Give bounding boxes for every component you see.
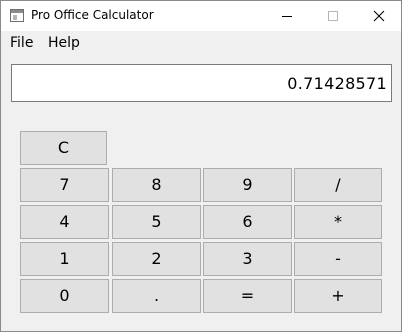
close-button[interactable] bbox=[356, 1, 402, 31]
app-window-icon bbox=[10, 9, 24, 22]
clear-button[interactable]: C bbox=[20, 131, 107, 165]
minimize-button[interactable] bbox=[264, 1, 310, 31]
digit-0-button[interactable]: 0 bbox=[20, 279, 109, 313]
minimize-icon bbox=[282, 16, 292, 17]
digit-6-button[interactable]: 6 bbox=[203, 205, 292, 239]
digit-4-button[interactable]: 4 bbox=[20, 205, 109, 239]
calculator-window: Pro Office Calculator File Help 0.714285… bbox=[0, 0, 402, 332]
digit-2-button[interactable]: 2 bbox=[112, 242, 201, 276]
decimal-point-button[interactable]: . bbox=[112, 279, 201, 313]
maximize-icon bbox=[328, 11, 338, 21]
digit-3-button[interactable]: 3 bbox=[203, 242, 292, 276]
close-icon bbox=[373, 10, 385, 22]
menu-help[interactable]: Help bbox=[48, 35, 80, 51]
window-title: Pro Office Calculator bbox=[31, 8, 154, 22]
subtract-button[interactable]: - bbox=[294, 242, 382, 276]
menu-bar: File Help bbox=[1, 32, 401, 54]
add-button[interactable]: + bbox=[294, 279, 382, 313]
multiply-button[interactable]: * bbox=[294, 205, 382, 239]
digit-8-button[interactable]: 8 bbox=[112, 168, 201, 202]
equals-button[interactable]: = bbox=[203, 279, 292, 313]
maximize-button[interactable] bbox=[310, 1, 356, 31]
title-bar: Pro Office Calculator bbox=[1, 1, 401, 31]
digit-1-button[interactable]: 1 bbox=[20, 242, 109, 276]
app-icon-pane bbox=[13, 15, 17, 20]
app-icon-titlebar-stripe bbox=[11, 10, 23, 13]
digit-9-button[interactable]: 9 bbox=[203, 168, 292, 202]
display-value: 0.71428571 bbox=[287, 74, 387, 93]
digit-7-button[interactable]: 7 bbox=[20, 168, 109, 202]
digit-5-button[interactable]: 5 bbox=[112, 205, 201, 239]
result-display: 0.71428571 bbox=[11, 64, 392, 102]
menu-file[interactable]: File bbox=[10, 35, 33, 51]
divide-button[interactable]: / bbox=[294, 168, 382, 202]
